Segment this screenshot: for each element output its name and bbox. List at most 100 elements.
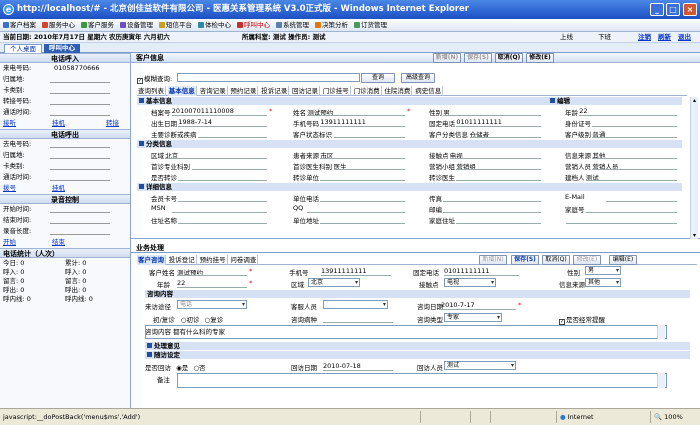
handle-toggle-icon[interactable] — [147, 343, 152, 348]
field-value[interactable]: 1988-7-14 — [178, 118, 212, 126]
business-subtab-2[interactable]: 预约挂号 — [199, 255, 228, 265]
close-button[interactable]: × — [683, 3, 697, 16]
menu-item-7[interactable]: 系统管理 — [273, 19, 312, 32]
menu-item-6[interactable]: 呼叫中心 — [234, 19, 273, 32]
edit-link[interactable]: 编辑 — [557, 97, 570, 105]
minimize-button[interactable]: _ — [650, 3, 664, 16]
field-label: 接触点 — [429, 152, 449, 160]
biz-service-select[interactable] — [323, 300, 388, 309]
biz-gender-select[interactable]: 男 — [585, 266, 621, 275]
biz-way-label: 来访途径 — [145, 303, 171, 311]
biz-phone-value: 13911111111 — [321, 267, 367, 275]
field-label: 出生日期 — [151, 120, 177, 128]
offline-button[interactable]: 下班 — [598, 32, 611, 43]
customer-add-button[interactable]: 新增(N) — [433, 53, 461, 63]
field-value[interactable]: 22 — [579, 107, 587, 115]
business-edit-button[interactable]: 修改(E) — [573, 255, 601, 265]
menu-item-9[interactable]: 订货管理 — [351, 19, 390, 32]
menu-item-3[interactable]: 设备管理 — [117, 19, 156, 32]
field-value[interactable]: 201007011110008 — [172, 107, 234, 115]
tab-call-center[interactable]: 呼叫中心 — [44, 44, 80, 53]
business-subtab-1[interactable]: 投诉登记 — [168, 255, 197, 265]
biz-visit-date-label: 回访日期 — [291, 364, 317, 372]
group-toggle-icon[interactable] — [139, 98, 144, 103]
record-start-link[interactable]: 开始 — [3, 238, 16, 246]
business-cancel-button[interactable]: 取消(Q) — [542, 255, 570, 265]
group-toggle-icon[interactable] — [139, 184, 144, 189]
scroll-down-icon[interactable]: ▾ — [691, 232, 698, 239]
refresh-link[interactable]: 刷新 — [658, 32, 671, 43]
content-scrollbar[interactable] — [657, 325, 665, 339]
customer-subtab-9[interactable]: 病史信息 — [414, 86, 444, 96]
advanced-query-button[interactable]: 高级查询 — [401, 73, 435, 83]
business-edit2-button[interactable]: 编辑(E) — [609, 255, 637, 265]
dial-link[interactable]: 拨号 — [3, 184, 16, 192]
biz-type-select[interactable]: 专家 — [444, 313, 502, 322]
menu-icon — [81, 22, 87, 28]
customer-subtab-6[interactable]: 门诊挂号 — [322, 86, 351, 96]
window-title: http://localhost/# - 北京创佳益软件有限公司 - 医惠关系管… — [17, 4, 469, 14]
biz-visitor-select[interactable]: 测试 — [444, 361, 516, 370]
field-value[interactable]: 13911111111 — [320, 118, 366, 126]
menu-item-0[interactable]: 客户档案 — [0, 19, 39, 32]
biz-visit-date-value[interactable]: 2010-07-18 — [323, 362, 361, 370]
hangup-out-link[interactable]: 挂机 — [52, 183, 65, 194]
track-toggle-icon[interactable] — [147, 352, 152, 357]
stats-cell: 呼内线: 0 — [65, 295, 93, 303]
field-label: 建档人 — [565, 174, 585, 182]
business-subtab-0[interactable]: 客户咨询 — [137, 255, 166, 265]
biz-way-select[interactable]: 电话 — [177, 300, 247, 309]
field-value[interactable]: 01011111111 — [456, 118, 502, 126]
menu-icon — [198, 22, 204, 28]
field-label: 区域 — [151, 152, 164, 160]
maximize-button[interactable]: □ — [666, 3, 680, 16]
exit-link[interactable]: 退出 — [678, 32, 691, 43]
biz-contact-select[interactable]: 电视 — [444, 278, 496, 287]
zoom-icon: 🔍 — [654, 413, 663, 421]
customer-scrollbar[interactable]: ▴ ▾ — [690, 97, 698, 239]
customer-subtab-5[interactable]: 回访记录 — [291, 86, 320, 96]
business-save-button[interactable]: 保存(S) — [511, 255, 539, 265]
customer-subtab-2[interactable]: 咨询记录 — [199, 86, 228, 96]
transfer-link[interactable]: 转接 — [106, 118, 119, 129]
customer-subtab-7[interactable]: 门诊消费 — [353, 86, 382, 96]
record-stop-link[interactable]: 结束 — [52, 237, 65, 248]
biz-date-value[interactable]: 2010-7-17 — [441, 301, 475, 309]
customer-subtab-8[interactable]: 住院消费 — [383, 86, 413, 96]
biz-content-textarea[interactable] — [145, 325, 667, 339]
menu-item-2[interactable]: 客户服务 — [78, 19, 117, 32]
zoom-control[interactable]: 🔍 100% — [650, 411, 698, 423]
business-add-button[interactable]: 新增(N) — [479, 255, 507, 265]
biz-source-label: 信息来源 — [559, 281, 585, 289]
biz-source-select[interactable]: 其他 — [585, 278, 621, 287]
menu-item-1[interactable]: 服务中心 — [39, 19, 78, 32]
group-toggle-icon[interactable] — [139, 141, 144, 146]
menu-item-4[interactable]: 短信平台 — [156, 19, 195, 32]
edit-icon — [550, 98, 555, 103]
hangup-in-link[interactable]: 挂机 — [52, 118, 65, 129]
fuzzy-query-input[interactable] — [177, 73, 360, 82]
customer-subtab-3[interactable]: 预约记录 — [229, 86, 259, 96]
business-subtab-3[interactable]: 问卷调查 — [229, 255, 259, 265]
menu-item-8[interactable]: 决策分析 — [312, 19, 351, 32]
stats-cell: 呼内线: 0 — [3, 295, 31, 303]
customer-subtab-0[interactable]: 查询列表 — [137, 86, 166, 96]
online-button[interactable]: 上线 — [560, 32, 573, 43]
biz-remark-textarea[interactable] — [177, 373, 667, 388]
tab-personal-desktop[interactable]: 个人桌面 — [4, 44, 42, 53]
customer-edit-button[interactable]: 修改(E) — [526, 53, 554, 63]
scroll-up-icon[interactable]: ▴ — [691, 97, 698, 104]
biz-area-select[interactable]: 北京 — [308, 278, 360, 287]
query-button[interactable]: 查询 — [361, 73, 395, 83]
field-label: 患者来源 — [293, 152, 319, 160]
fuzzy-checkbox[interactable]: ✓ — [137, 78, 143, 84]
customer-cancel-button[interactable]: 取消(Q) — [495, 53, 523, 63]
dial-area-row: 归属地: — [0, 150, 130, 161]
customer-subtab-1[interactable]: 基本信息 — [167, 86, 197, 96]
answer-link[interactable]: 接听 — [3, 119, 16, 127]
customer-subtab-4[interactable]: 投诉记录 — [260, 86, 290, 96]
menu-item-5[interactable]: 体检中心 — [195, 19, 234, 32]
customer-save-button[interactable]: 保存(S) — [464, 53, 492, 63]
logout-link[interactable]: 注销 — [638, 32, 651, 43]
remark-scrollbar[interactable] — [657, 373, 665, 388]
